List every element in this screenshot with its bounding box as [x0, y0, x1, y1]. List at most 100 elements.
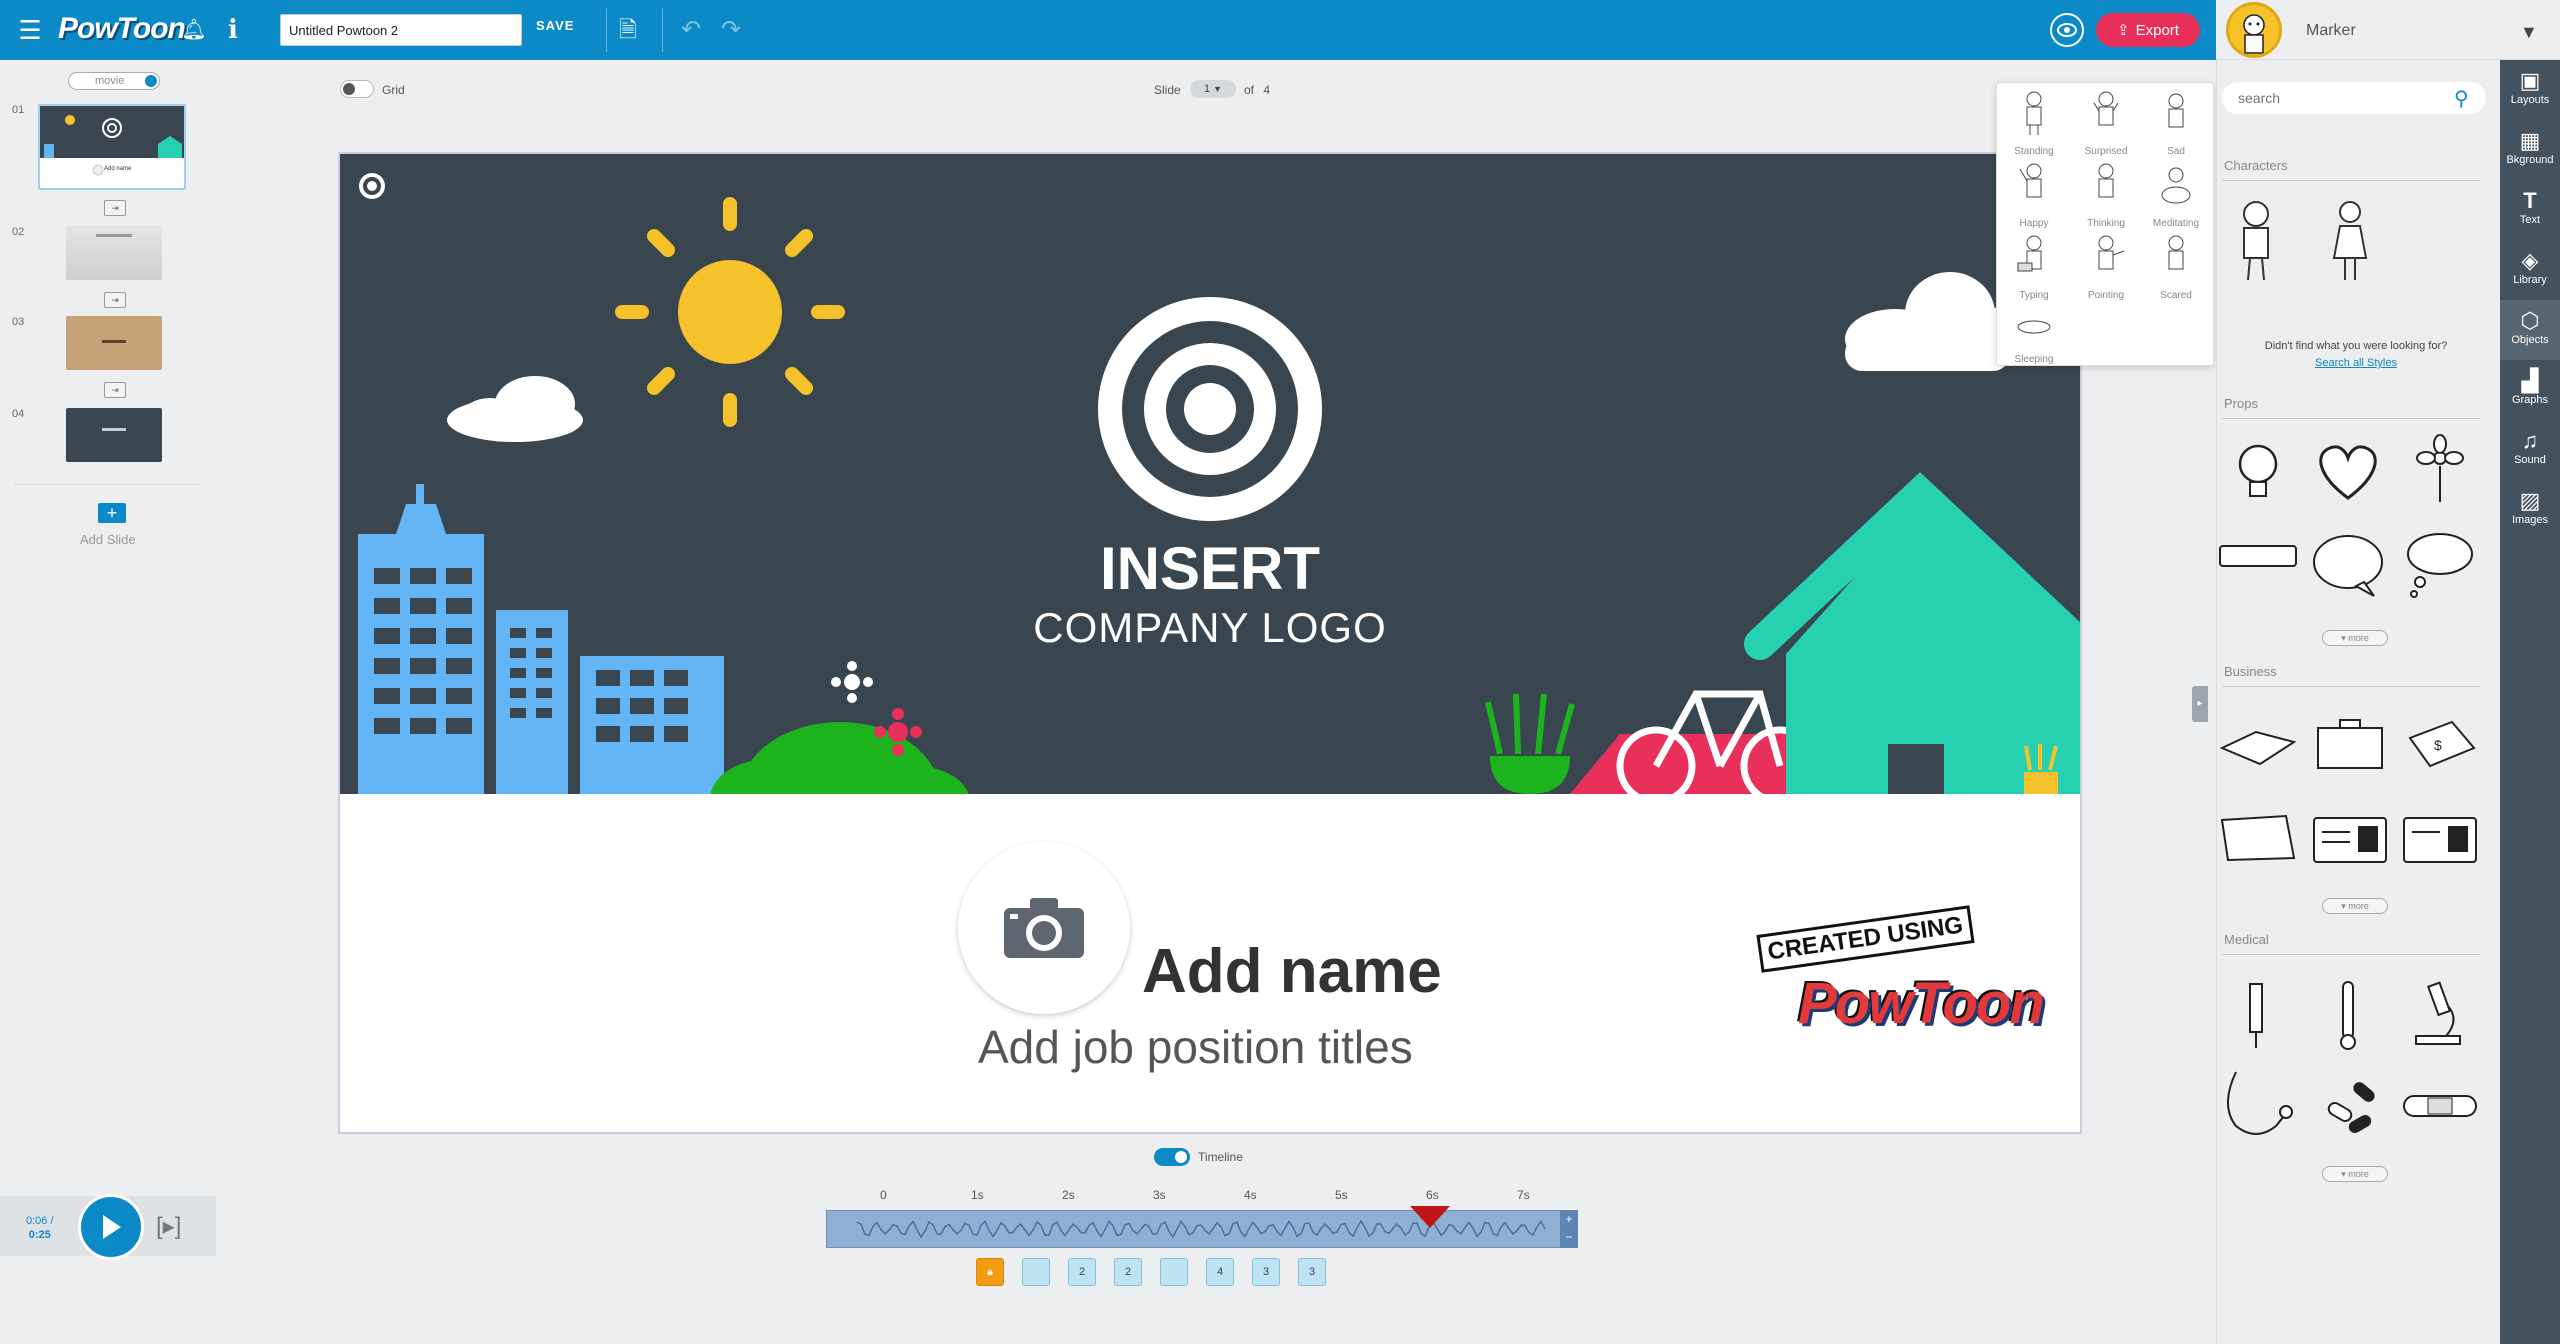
slide-thumbnail-4[interactable]: [66, 408, 162, 462]
pose-label: Pointing: [2087, 290, 2125, 301]
library-item-business[interactable]: $: [2398, 708, 2478, 788]
timeline-layer-tag[interactable]: 3: [1252, 1258, 1280, 1286]
preview-button[interactable]: [2050, 13, 2084, 47]
undo-icon[interactable]: ↶: [676, 0, 706, 60]
slide-thumbnail-3[interactable]: [66, 316, 162, 370]
image-icon: ▨: [2519, 488, 2541, 513]
play-button[interactable]: [78, 1194, 144, 1260]
powtoon-stamp-logo[interactable]: PowToon: [1798, 970, 2045, 1037]
pose-surprised[interactable]: Surprised: [2071, 89, 2141, 159]
layer-lock-tag[interactable]: 🔒︎: [976, 1258, 1004, 1286]
rail-layouts[interactable]: ▣ Layouts: [2500, 60, 2560, 120]
medical-more-button[interactable]: ▾ more: [2322, 1166, 2388, 1182]
timeline-zoom-controls[interactable]: + −: [1560, 1210, 1578, 1248]
movie-mode-toggle[interactable]: movie: [68, 72, 160, 90]
pose-scared[interactable]: Scared: [2141, 233, 2211, 303]
timeline-layer-tag[interactable]: 4: [1206, 1258, 1234, 1286]
info-icon[interactable]: i: [222, 0, 244, 60]
pose-happy[interactable]: Happy: [1999, 161, 2069, 231]
library-item-medical[interactable]: [2216, 1066, 2296, 1146]
library-item-prop[interactable]: [2308, 526, 2388, 606]
slide-number: 03: [12, 316, 25, 328]
library-item-prop[interactable]: [2218, 432, 2298, 512]
thought-bubble-icon: [2407, 533, 2473, 598]
hamburger-menu-icon[interactable]: ☰: [14, 0, 46, 60]
slide-thumbnail-1[interactable]: Add name: [38, 104, 186, 190]
timeline-toggle[interactable]: [1154, 1148, 1190, 1166]
rail-background[interactable]: ▦ Bkground: [2500, 120, 2560, 180]
timeline-layer-tag[interactable]: 2: [1114, 1258, 1142, 1286]
play-from-slide-button[interactable]: [▸]: [156, 1212, 181, 1241]
photo-placeholder[interactable]: [958, 842, 1130, 1014]
grid-toggle[interactable]: [340, 80, 374, 98]
pose-typing[interactable]: Typing: [1999, 233, 2069, 303]
props-more-button[interactable]: ▾ more: [2322, 630, 2388, 646]
library-search-input[interactable]: [2222, 82, 2486, 114]
timeline-layer-tag[interactable]: 2: [1068, 1258, 1096, 1286]
add-slide-label[interactable]: Add Slide: [80, 532, 136, 547]
business-more-button[interactable]: ▾ more: [2322, 898, 2388, 914]
pose-pointing[interactable]: Pointing: [2071, 233, 2141, 303]
pose-meditating[interactable]: Meditating: [2141, 161, 2211, 231]
pose-thinking[interactable]: Thinking: [2071, 161, 2141, 231]
export-button[interactable]: ⇪ Export: [2096, 13, 2200, 47]
library-item-prop[interactable]: [2216, 526, 2297, 606]
movie-mode-label: movie: [95, 75, 125, 87]
library-item-medical[interactable]: [2308, 976, 2388, 1056]
pose-sad[interactable]: Sad: [2141, 89, 2211, 159]
add-slide-button[interactable]: +: [98, 503, 126, 523]
library-item-character[interactable]: [2310, 196, 2390, 280]
library-item-business[interactable]: [2308, 802, 2388, 882]
redo-icon[interactable]: ↷: [716, 0, 746, 60]
presentation-title-input[interactable]: [280, 14, 522, 46]
save-button[interactable]: SAVE: [536, 18, 574, 33]
logo-insert-text[interactable]: INSERT: [340, 534, 2080, 603]
text-icon: T: [2523, 188, 2537, 213]
pose-sleeping[interactable]: Sleeping: [1999, 297, 2069, 367]
slide-thumbnail-2[interactable]: [66, 226, 162, 280]
library-item-prop[interactable]: [2398, 432, 2478, 512]
library-item-medical[interactable]: [2398, 1066, 2478, 1146]
library-item-business[interactable]: [2398, 802, 2478, 882]
playhead[interactable]: [1410, 1206, 1450, 1228]
scene-illustration: [358, 173, 2080, 866]
timeline-layer-tag[interactable]: 3: [1298, 1258, 1326, 1286]
search-all-styles-link[interactable]: Search all Styles: [2224, 357, 2488, 369]
timeline-layer-tag[interactable]: [1022, 1258, 1050, 1286]
timeline-track[interactable]: [826, 1210, 1578, 1248]
character-sleeping-icon: [2017, 320, 2051, 334]
library-item-character[interactable]: [2216, 196, 2296, 281]
avatar[interactable]: [2226, 2, 2282, 58]
slide-notes-icon[interactable]: 🗎: [614, 0, 642, 60]
search-icon[interactable]: ⚲: [2454, 86, 2469, 111]
library-item-business[interactable]: [2216, 802, 2296, 882]
library-item-medical[interactable]: [2308, 1066, 2388, 1146]
job-title-text[interactable]: Add job position titles: [978, 1020, 1413, 1074]
transition-icon[interactable]: ⇥: [104, 382, 126, 398]
rail-objects[interactable]: ⬡ Objects: [2500, 300, 2560, 360]
rail-images[interactable]: ▨ Images: [2500, 480, 2560, 540]
rail-sound[interactable]: ♫ Sound: [2500, 420, 2560, 480]
rail-graphs[interactable]: ▟ Graphs: [2500, 360, 2560, 420]
transition-icon[interactable]: ⇥: [104, 200, 126, 216]
logo-company-text[interactable]: COMPANY LOGO: [340, 604, 2080, 652]
library-item-prop[interactable]: [2308, 432, 2388, 512]
play-icon: [103, 1215, 121, 1239]
library-item-business[interactable]: [2216, 708, 2297, 788]
app-logo[interactable]: PowToon: [58, 12, 186, 48]
library-item-prop[interactable]: [2398, 526, 2478, 606]
timeline-layer-tag[interactable]: [1160, 1258, 1188, 1286]
rail-text[interactable]: T Text: [2500, 180, 2560, 240]
slide-number-select[interactable]: 1 ▼: [1190, 80, 1236, 98]
library-item-medical[interactable]: [2398, 976, 2478, 1056]
rail-library[interactable]: ◈ Library: [2500, 240, 2560, 300]
chevron-down-icon[interactable]: ▼: [2520, 22, 2538, 43]
notification-bell-icon[interactable]: 🔔︎: [180, 0, 208, 60]
library-item-business[interactable]: [2308, 708, 2388, 788]
more-label: more: [2348, 1169, 2369, 1179]
name-text[interactable]: Add name: [1142, 936, 1442, 1007]
transition-icon[interactable]: ⇥: [104, 292, 126, 308]
panel-collapse-handle[interactable]: ▸: [2192, 686, 2208, 722]
pose-standing[interactable]: Standing: [1999, 89, 2069, 159]
library-item-medical[interactable]: [2216, 976, 2296, 1056]
